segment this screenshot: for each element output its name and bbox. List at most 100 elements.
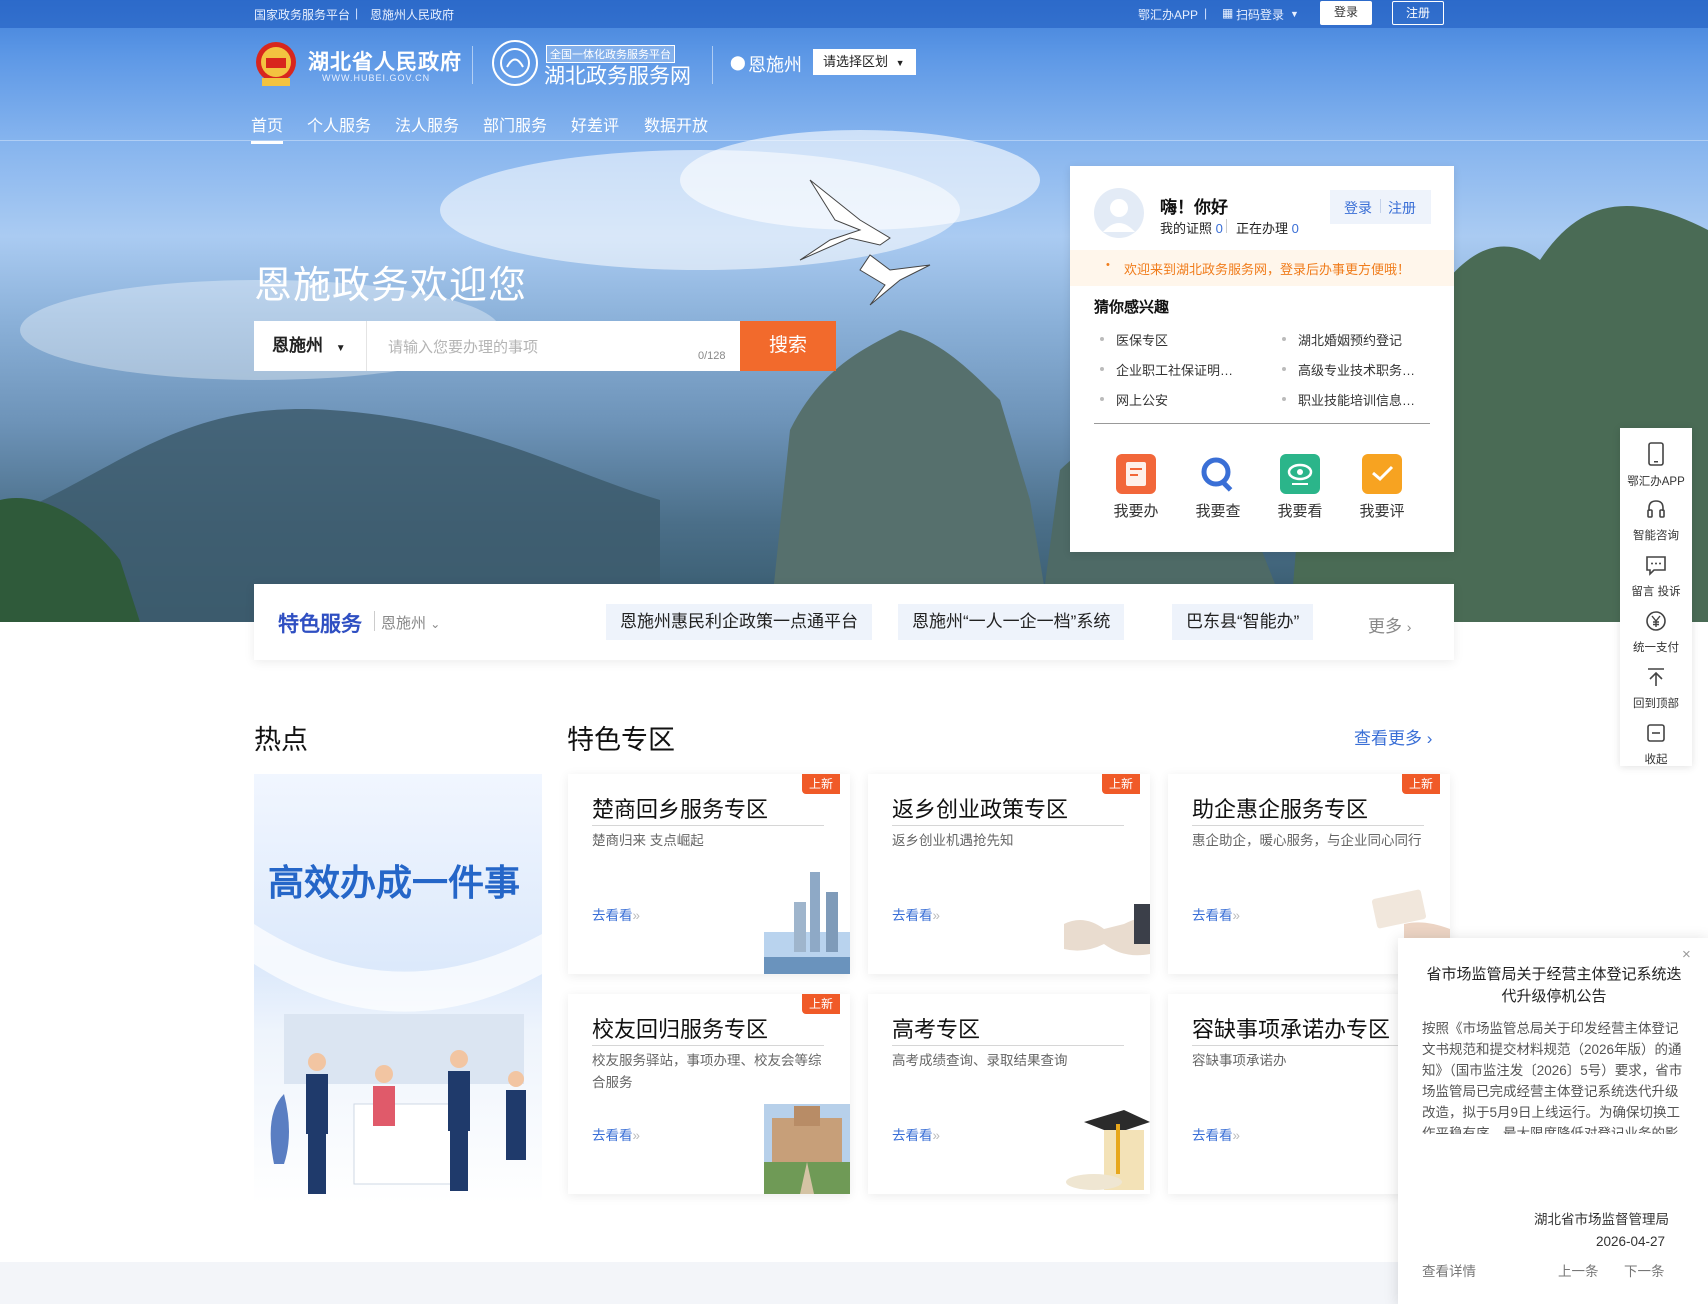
- notice-date: 2026-04-27: [1596, 1234, 1666, 1249]
- zone-card-go[interactable]: 去看看»: [892, 1124, 940, 1144]
- hot-banner[interactable]: 高效办成一件事: [254, 774, 542, 1204]
- notice-prev-link[interactable]: 上一条: [1558, 1260, 1599, 1280]
- zone-card-go[interactable]: 去看看»: [592, 1124, 640, 1144]
- sidebar-item-label: 回到顶部: [1633, 698, 1679, 710]
- zone-card-go[interactable]: 去看看»: [1192, 904, 1240, 924]
- search-icon: [1198, 454, 1238, 494]
- double-chevron-icon: »: [632, 1128, 641, 1143]
- new-badge: 上新: [1402, 774, 1440, 794]
- sidebar-item-label: 智能咨询: [1633, 530, 1679, 542]
- nav-evaluation[interactable]: 好差评: [571, 112, 619, 136]
- phone-icon: [1648, 442, 1664, 466]
- zone-card-go[interactable]: 去看看»: [892, 904, 940, 924]
- zone-card-title: 容缺事项承诺办专区: [1192, 1012, 1424, 1046]
- sidebar-item-back-top[interactable]: 回到顶部: [1620, 666, 1692, 711]
- zone-card-title: 楚商回乡服务专区: [592, 792, 824, 826]
- top-login-button[interactable]: 登录: [1320, 1, 1372, 25]
- zone-card[interactable]: 上新 校友回归服务专区 校友服务驿站，事项办理、校友会等综合服务 去看看»: [568, 994, 850, 1194]
- feature-region-select[interactable]: 恩施州 ⌄: [381, 612, 440, 633]
- panel-register-link[interactable]: 注册: [1388, 198, 1416, 218]
- zone-card[interactable]: 高考专区 高考成绩查询、录取结果查询 去看看»: [868, 994, 1150, 1194]
- interest-item[interactable]: 网上公安: [1099, 390, 1168, 409]
- top-bar: 国家政务服务平台 | 恩施州人民政府 鄂汇办APP | ▦ 扫码登录 ▼ 登录 …: [0, 0, 1708, 28]
- new-badge: 上新: [1102, 774, 1140, 794]
- quick-view-label: 我要看: [1277, 503, 1323, 520]
- search-region-select[interactable]: 恩施州 ▼: [254, 321, 367, 371]
- panel-login-link[interactable]: 登录: [1344, 198, 1372, 218]
- zone-card[interactable]: 上新 返乡创业政策专区 返乡创业机遇抢先知 去看看»: [868, 774, 1150, 974]
- quick-query[interactable]: 我要查: [1188, 454, 1248, 521]
- zone-more-link[interactable]: 查看更多 ›: [1354, 724, 1432, 749]
- new-badge: 上新: [802, 774, 840, 794]
- zone-card-desc: 校友服务驿站，事项办理、校友会等综合服务: [592, 1053, 822, 1090]
- close-icon[interactable]: ×: [1682, 946, 1691, 963]
- header-divider-2: [712, 46, 713, 84]
- feature-more-link[interactable]: 更多 ›: [1368, 612, 1411, 637]
- sidebar-item-app[interactable]: 鄂汇办APP: [1620, 442, 1692, 489]
- doing-label: 正在办理: [1236, 221, 1289, 236]
- nav-department[interactable]: 部门服务: [483, 112, 547, 136]
- interest-title: 猜你感兴趣: [1094, 299, 1170, 316]
- panel-divider: [1094, 423, 1430, 424]
- notice-popup: × 省市场监管局关于经营主体登记系统迭代升级停机公告 按照《市场监管总局关于印发…: [1398, 938, 1708, 1304]
- nav-personal[interactable]: 个人服务: [307, 112, 371, 136]
- feature-more-label: 更多: [1368, 617, 1402, 636]
- chevron-right-icon: ›: [1406, 619, 1412, 635]
- zone-title: 特色专区: [567, 725, 675, 755]
- platform-name: 湖北政务服务网: [544, 65, 691, 88]
- quick-handle[interactable]: 我要办: [1106, 454, 1166, 521]
- search-input[interactable]: 请输入您要办理的事项: [388, 336, 538, 357]
- interest-item[interactable]: 高级专业技术职务…: [1281, 360, 1415, 379]
- current-location: 恩施州: [748, 55, 802, 75]
- zone-card-go[interactable]: 去看看»: [592, 904, 640, 924]
- quick-view[interactable]: 我要看: [1270, 454, 1330, 521]
- zone-card-go[interactable]: 去看看»: [1192, 1124, 1240, 1144]
- headset-icon: [1647, 500, 1665, 518]
- zone-card-desc: 楚商归来 支点崛起: [592, 833, 704, 848]
- notice-detail-link[interactable]: 查看详情: [1422, 1260, 1476, 1280]
- feature-link[interactable]: 恩施州惠民利企政策一点通平台: [606, 604, 872, 640]
- chevron-right-icon: ›: [1426, 729, 1433, 748]
- eye-icon: [1280, 454, 1320, 494]
- link-enshi-government[interactable]: 恩施州人民政府: [370, 6, 454, 23]
- interest-item[interactable]: 湖北婚姻预约登记: [1281, 330, 1402, 349]
- handle-icon: [1116, 454, 1156, 494]
- platform-logo-icon: [492, 40, 538, 86]
- zone-card-title: 返乡创业政策专区: [892, 792, 1124, 826]
- sidebar-item-consult[interactable]: 智能咨询: [1620, 498, 1692, 543]
- notice-next-link[interactable]: 下一条: [1624, 1260, 1665, 1280]
- zone-card[interactable]: 上新 楚商回乡服务专区 楚商归来 支点崛起 去看看»: [568, 774, 850, 974]
- nav-data-open[interactable]: 数据开放: [644, 112, 708, 136]
- notice-body: 按照《市场监管总局关于印发经营主体登记文书规范和提交材料规范（2026年版）的通…: [1422, 1021, 1683, 1134]
- feature-link[interactable]: 巴东县“智能办”: [1172, 604, 1314, 640]
- my-certificates[interactable]: 我的证照 0: [1160, 218, 1223, 237]
- chevron-down-icon: ▼: [895, 58, 905, 68]
- link-app[interactable]: 鄂汇办APP: [1138, 6, 1198, 23]
- interest-item[interactable]: 企业职工社保证明…: [1099, 360, 1233, 379]
- top-register-button[interactable]: 注册: [1392, 1, 1444, 25]
- feature-region-label: 恩施州: [381, 615, 427, 632]
- sidebar-item-collapse[interactable]: 收起: [1620, 722, 1692, 767]
- search-button[interactable]: 搜索: [740, 321, 836, 371]
- nav-legal[interactable]: 法人服务: [395, 112, 459, 136]
- zone-card-desc: 容缺事项承诺办: [1192, 1053, 1287, 1068]
- region-select[interactable]: 请选择区划 ▼: [813, 49, 916, 75]
- quick-handle-label: 我要办: [1113, 503, 1159, 520]
- doing-count: 0: [1291, 221, 1299, 236]
- double-chevron-icon: »: [932, 1128, 941, 1143]
- quick-evaluate-label: 我要评: [1359, 503, 1405, 520]
- sidebar-item-payment[interactable]: 统一支付: [1620, 610, 1692, 655]
- qr-icon: ▦: [1222, 6, 1234, 20]
- header-divider: [472, 46, 473, 84]
- yen-icon: [1646, 611, 1666, 631]
- scan-login-link[interactable]: 扫码登录: [1236, 6, 1284, 23]
- double-chevron-icon: »: [1232, 1128, 1241, 1143]
- interest-item[interactable]: 医保专区: [1099, 330, 1168, 349]
- feature-link[interactable]: 恩施州“一人一企一档”系统: [898, 604, 1125, 640]
- link-national-platform[interactable]: 国家政务服务平台: [254, 6, 350, 23]
- sidebar-item-message[interactable]: 留言 投诉: [1620, 554, 1692, 599]
- nav-divider: [0, 140, 1708, 141]
- quick-evaluate[interactable]: 我要评: [1352, 454, 1412, 521]
- interest-item[interactable]: 职业技能培训信息…: [1281, 390, 1415, 409]
- in-progress[interactable]: 正在办理 0: [1236, 218, 1299, 237]
